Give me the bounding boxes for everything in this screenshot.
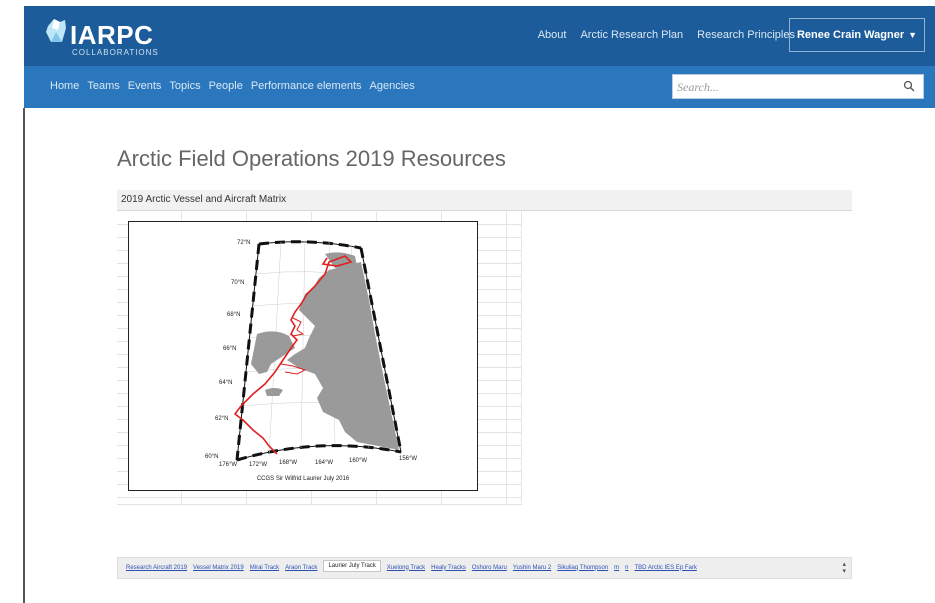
sheet-tab-active[interactable]: Laurier July Track bbox=[323, 560, 381, 572]
sheet-tab[interactable]: Healy Tracks bbox=[431, 565, 466, 571]
nav-item-topics[interactable]: Topics bbox=[169, 80, 200, 92]
brand-tagline: COLLABORATIONS bbox=[72, 48, 159, 57]
embed-header: 2019 Arctic Vessel and Aircraft Matrix bbox=[117, 190, 852, 211]
sheet-tab[interactable]: Research Aircraft 2019 bbox=[126, 565, 187, 571]
nav-item-people[interactable]: People bbox=[209, 80, 243, 92]
main-nav: Home Teams Events Topics People Performa… bbox=[24, 66, 935, 108]
lon-label: 172°W bbox=[249, 462, 268, 468]
lat-label: 70°N bbox=[231, 280, 245, 286]
tab-scroll-arrows-icon[interactable]: ▴ ▾ bbox=[842, 561, 846, 575]
nav-item-home[interactable]: Home bbox=[50, 80, 79, 92]
user-menu-button[interactable]: Renee Crain Wagner ▼ bbox=[789, 18, 925, 52]
map-caption: CCGS Sir Wilfrid Laurier July 2016 bbox=[256, 476, 350, 482]
brand-name: IARPC bbox=[70, 20, 154, 50]
top-header: IARPC COLLABORATIONS About Arctic Resear… bbox=[24, 6, 935, 66]
lat-label: 60°N bbox=[205, 454, 219, 460]
lat-label: 72°N bbox=[237, 240, 251, 246]
sheet-tab[interactable]: m bbox=[614, 565, 619, 571]
sheet-tab[interactable]: TBD Arctic IES Ep Fark bbox=[634, 565, 696, 571]
embed-title: 2019 Arctic Vessel and Aircraft Matrix bbox=[121, 194, 287, 205]
lat-label: 64°N bbox=[219, 380, 233, 386]
map-graphic bbox=[233, 239, 403, 462]
sheet-tab[interactable]: Oshoro Maru bbox=[472, 565, 507, 571]
page-title: Arctic Field Operations 2019 Resources bbox=[117, 146, 506, 171]
lat-label: 66°N bbox=[223, 346, 237, 352]
sheet-tabs-bar: Research Aircraft 2019 Vessel Matrix 201… bbox=[117, 557, 852, 579]
lon-label: 168°W bbox=[279, 460, 298, 466]
caret-down-icon: ▼ bbox=[908, 30, 918, 40]
lat-label: 68°N bbox=[227, 312, 241, 318]
lon-label: 160°W bbox=[349, 458, 368, 464]
nav-item-teams[interactable]: Teams bbox=[87, 80, 119, 92]
search-input[interactable] bbox=[677, 79, 877, 95]
header-link-arctic-research-plan[interactable]: Arctic Research Plan bbox=[580, 29, 683, 41]
lon-label: 156°W bbox=[399, 456, 418, 462]
sheet-tab[interactable]: Xuelong Track bbox=[387, 565, 425, 571]
sheet-tab[interactable]: Mirai Track bbox=[250, 565, 279, 571]
sheet-tab[interactable]: Vessel Matrix 2019 bbox=[193, 565, 244, 571]
lon-label: 164°W bbox=[315, 460, 334, 466]
sheet-tab[interactable]: n bbox=[625, 565, 628, 571]
sheet-tab[interactable]: Araon Track bbox=[285, 565, 317, 571]
header-link-research-principles[interactable]: Research Principles bbox=[697, 29, 795, 41]
lon-label: 176°W bbox=[219, 462, 238, 468]
nav-item-performance-elements[interactable]: Performance elements bbox=[251, 80, 362, 92]
page-border bbox=[23, 108, 25, 603]
user-name: Renee Crain Wagner bbox=[796, 29, 905, 41]
nav-item-events[interactable]: Events bbox=[128, 80, 162, 92]
track-map: 72°N 70°N 68°N 66°N 64°N 62°N 60°N 176°W… bbox=[128, 221, 478, 491]
nav-item-agencies[interactable]: Agencies bbox=[370, 80, 415, 92]
lat-label: 62°N bbox=[215, 416, 229, 422]
search-box bbox=[672, 74, 924, 99]
header-link-about[interactable]: About bbox=[538, 29, 567, 41]
iceberg-icon bbox=[46, 19, 66, 42]
sheet-tab[interactable]: Sikuliaq Thompson bbox=[557, 565, 608, 571]
iarpc-logo[interactable]: IARPC COLLABORATIONS bbox=[44, 16, 164, 60]
search-icon[interactable] bbox=[903, 80, 915, 92]
sheet-tab[interactable]: Yushin Maru 2 bbox=[513, 565, 551, 571]
header-links: About Arctic Research Plan Research Prin… bbox=[538, 29, 795, 41]
